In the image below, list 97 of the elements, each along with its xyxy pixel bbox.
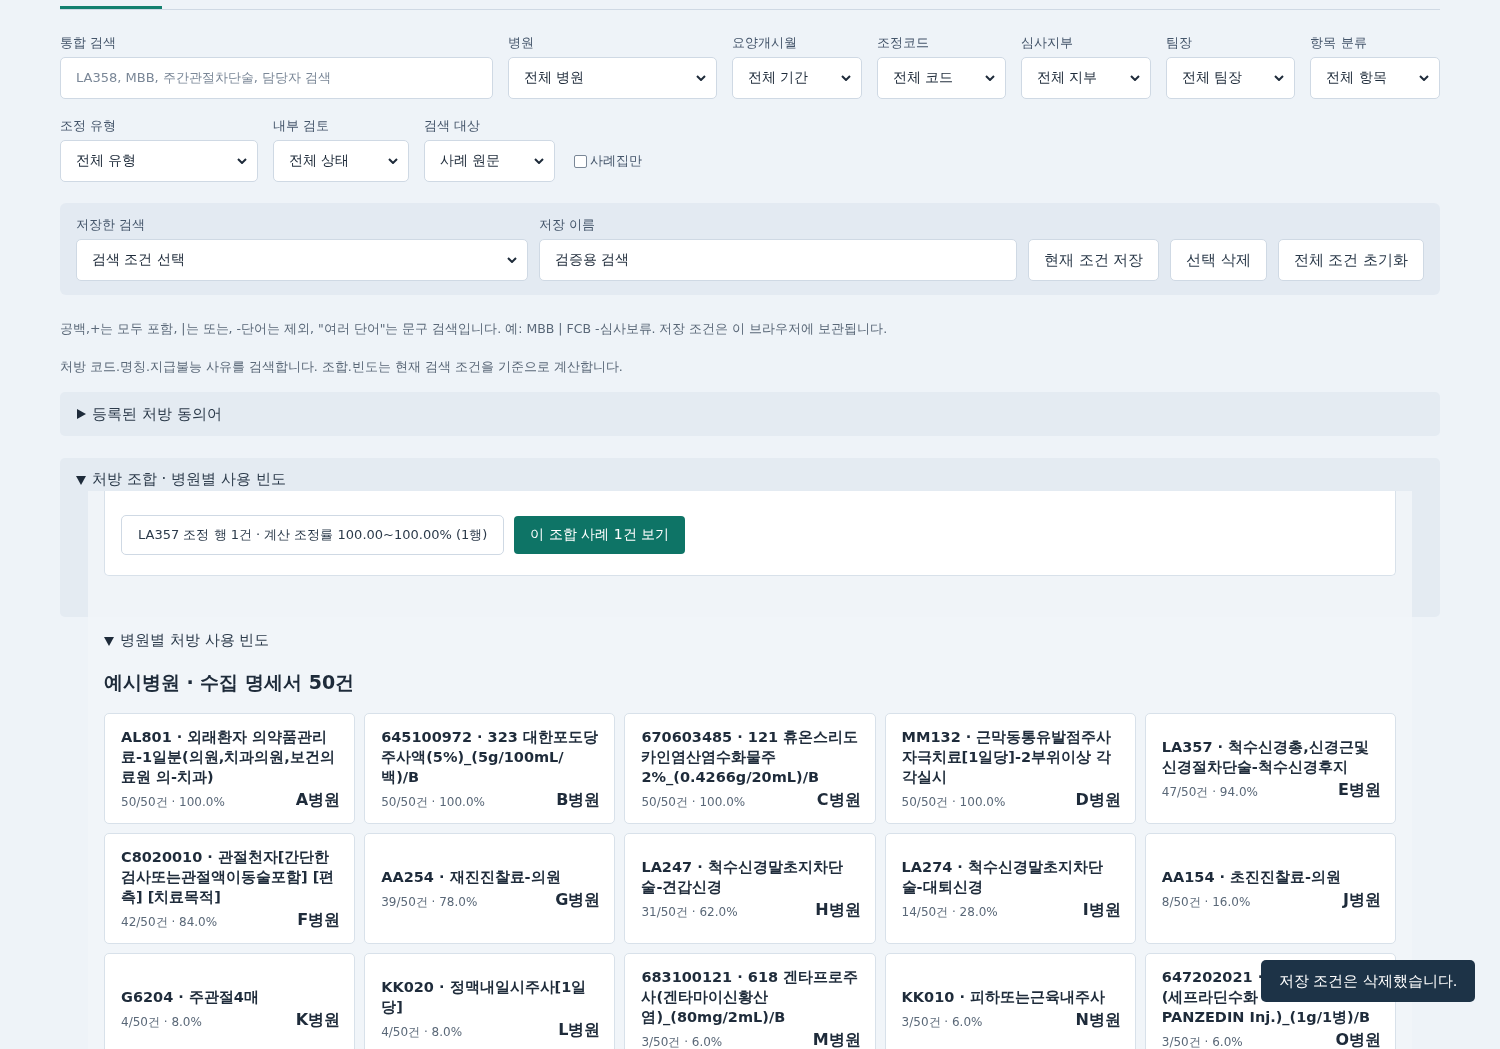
field-label: 저장 이름 bbox=[539, 216, 597, 234]
name-field[interactable]: 검증용 검색 bbox=[539, 239, 1017, 281]
chevron-icon bbox=[507, 257, 517, 263]
usage-count: 8/50건 · 16.0% bbox=[1161, 894, 1251, 911]
field-label: 심사지부 bbox=[1021, 34, 1075, 52]
filter-dropdown[interactable]: 전체 병원 bbox=[508, 57, 717, 99]
usage-count: 4/50건 · 8.0% bbox=[121, 1014, 202, 1031]
usage-count: 47/50건 · 94.0% bbox=[1161, 784, 1258, 801]
chevron-icon bbox=[534, 158, 544, 164]
hospital-name: I병원 bbox=[1082, 900, 1121, 921]
chevron-icon bbox=[237, 158, 247, 164]
procedure-title: 645100972 · 323 대한포도당주사액(5%)_(5g/100mL/백)/B bbox=[381, 728, 599, 787]
filter-dropdown[interactable]: 전체 코드 bbox=[876, 57, 1007, 99]
section-heading: 예시병원 · 수집 명세서 50건 bbox=[104, 670, 356, 695]
checkbox-label[interactable]: 사례집만 bbox=[590, 152, 642, 170]
filter-dropdown[interactable]: 전체 유형 bbox=[60, 140, 258, 182]
filter-dropdown[interactable]: 전체 상태 bbox=[273, 140, 409, 182]
procedure-title: MM132 · 근막동통유발점주사자극치료[1일당]-2부위이상 각각실시 bbox=[901, 728, 1113, 787]
field-label: 조정코드 bbox=[876, 34, 930, 52]
triangle-icon[interactable] bbox=[104, 635, 114, 646]
field-label: 저장한 검색 bbox=[76, 216, 147, 234]
section-toggle[interactable]: 등록된 처방 동의어 bbox=[92, 404, 222, 424]
field-label: 항목 분류 bbox=[1310, 34, 1368, 52]
chevron-icon bbox=[388, 158, 398, 164]
help-text: 공백,+는 모두 포함, |는 또는, -단어는 제외, "여러 단어"는 문구 검색입니다. 예: MBB | FCB -심사보류. 저장 조건은 이 브라우저에 보관됩니다. bbox=[60, 322, 889, 336]
procedure-title: LA357 · 척수신경총,신경근및신경절차단술-척수신경후지 bbox=[1161, 738, 1370, 777]
hospital-name: E병원 bbox=[1338, 780, 1381, 801]
usage-count: 39/50건 · 78.0% bbox=[381, 894, 478, 911]
hospital-name: D병원 bbox=[1075, 790, 1121, 811]
hospital-name: B병원 bbox=[556, 790, 601, 811]
procedure-title: KK010 · 피하또는근육내주사 bbox=[901, 988, 1106, 1007]
chevron-icon bbox=[1274, 75, 1285, 81]
hospital-name: J병원 bbox=[1343, 890, 1381, 911]
triangle-icon[interactable] bbox=[76, 474, 86, 485]
procedure-title: C8020010 · 관절천자[간단한검사또는관절액이동술포함] [편측] [치료목적] bbox=[121, 848, 336, 907]
hospital-name: F병원 bbox=[297, 910, 341, 931]
action-button[interactable]: 전체 조건 초기화 bbox=[1277, 239, 1424, 281]
procedure-title-line: (세프라딘수화 bbox=[1161, 988, 1259, 1007]
procedure-title: AA254 · 재진진찰료-의원 bbox=[381, 868, 562, 887]
chevron-icon bbox=[1418, 75, 1429, 81]
field-label: 팀장 bbox=[1165, 34, 1193, 52]
chevron-icon bbox=[696, 75, 706, 81]
usage-count: 31/50건 · 62.0% bbox=[641, 904, 738, 921]
filter-dropdown[interactable]: 전체 지부 bbox=[1021, 57, 1151, 99]
hospital-name: G병원 bbox=[555, 890, 601, 911]
chevron-icon bbox=[985, 75, 996, 81]
procedure-title: LA247 · 척수신경말초지차단술-견갑신경 bbox=[641, 858, 844, 897]
usage-count: 14/50건 · 28.0% bbox=[901, 904, 998, 921]
view-cases-button[interactable]: 이 조합 사례 1건 보기 bbox=[514, 516, 686, 554]
toast-message: 저장 조건은 삭제했습니다. bbox=[1261, 960, 1475, 1002]
hospital-name: N병원 bbox=[1075, 1010, 1121, 1031]
usage-count: 50/50건 · 100.0% bbox=[901, 794, 1006, 811]
usage-count: 50/50건 · 100.0% bbox=[121, 794, 225, 811]
combination-summary: LA357 조정 행 1건 · 계산 조정률 100.00~100.00% (1행) bbox=[121, 515, 505, 555]
saved-search-dropdown[interactable]: 검색 조건 선택 bbox=[76, 239, 528, 281]
hospital-name: A병원 bbox=[295, 790, 341, 811]
checkbox[interactable] bbox=[574, 154, 587, 168]
procedure-title-line: PANZEDIN Inj.)_(1g/1병)/B bbox=[1161, 1008, 1370, 1027]
procedure-title: AA154 · 초진진찰료-의원 bbox=[1161, 868, 1343, 887]
usage-count: 3/50건 · 6.0% bbox=[1161, 1034, 1243, 1049]
triangle-icon[interactable] bbox=[76, 409, 86, 419]
hospital-name: K병원 bbox=[295, 1010, 341, 1031]
search-field[interactable]: LA358, MBB, 주간관절차단술, 담당자 검색 bbox=[60, 57, 493, 99]
chevron-icon bbox=[840, 75, 851, 81]
filter-dropdown[interactable]: 사례 원문 bbox=[424, 140, 555, 182]
field-label: 병원 bbox=[508, 34, 535, 52]
help-text: 처방 코드.명칭.지급불능 사유를 검색합니다. 조합.빈도는 현재 검색 조건을 기준으로 계산합니다. bbox=[60, 360, 624, 374]
chevron-icon bbox=[1129, 75, 1140, 81]
usage-count: 3/50건 · 6.0% bbox=[901, 1014, 983, 1031]
hospital-name: C병원 bbox=[816, 790, 861, 811]
hospital-name: L병원 bbox=[558, 1020, 601, 1041]
hospital-name: H병원 bbox=[815, 900, 861, 921]
section-toggle[interactable]: 병원별 처방 사용 빈도 bbox=[120, 631, 270, 650]
usage-count: 42/50건 · 84.0% bbox=[121, 914, 218, 931]
action-button[interactable]: 현재 조건 저장 bbox=[1027, 239, 1160, 281]
field-label: 통합 검색 bbox=[60, 34, 118, 52]
usage-count: 50/50건 · 100.0% bbox=[381, 794, 485, 811]
procedure-title: KK020 · 정맥내일시주사[1일당] bbox=[381, 978, 588, 1017]
procedure-title: 683100121 · 618 겐타프로주사(겐타마이신황산염)_(80mg/2mL)/B bbox=[641, 968, 860, 1027]
section-toggle[interactable]: 처방 조합 · 병원별 사용 빈도 bbox=[92, 470, 286, 489]
field-label: 요양개시월 bbox=[732, 34, 798, 52]
hospital-name: O병원 bbox=[1335, 1030, 1381, 1049]
filter-dropdown[interactable]: 전체 기간 bbox=[732, 57, 862, 99]
field-label: 검색 대상 bbox=[424, 117, 482, 135]
action-button[interactable]: 선택 삭제 bbox=[1170, 239, 1267, 281]
filter-dropdown[interactable]: 전체 팀장 bbox=[1165, 57, 1296, 99]
procedure-title: LA274 · 척수신경말초지차단술-대퇴신경 bbox=[901, 858, 1104, 897]
procedure-title: AL801 · 외래환자 의약품관리료-1일분(의원,치과의원,보건의료원 의-치과) bbox=[121, 728, 336, 787]
procedure-title: 670603485 · 121 휴온스리도카인염산염수화물주2%_(0.4266g/20mL)/B bbox=[641, 728, 860, 787]
usage-count: 4/50건 · 8.0% bbox=[381, 1024, 463, 1041]
field-label: 내부 검토 bbox=[273, 117, 331, 135]
procedure-title: G6204 · 주관절4매 bbox=[121, 988, 260, 1007]
usage-count: 3/50건 · 6.0% bbox=[641, 1034, 723, 1049]
hospital-name: M병원 bbox=[812, 1030, 861, 1049]
filter-dropdown[interactable]: 전체 항목 bbox=[1310, 57, 1440, 99]
usage-count: 50/50건 · 100.0% bbox=[641, 794, 746, 811]
field-label: 조정 유형 bbox=[60, 117, 118, 135]
